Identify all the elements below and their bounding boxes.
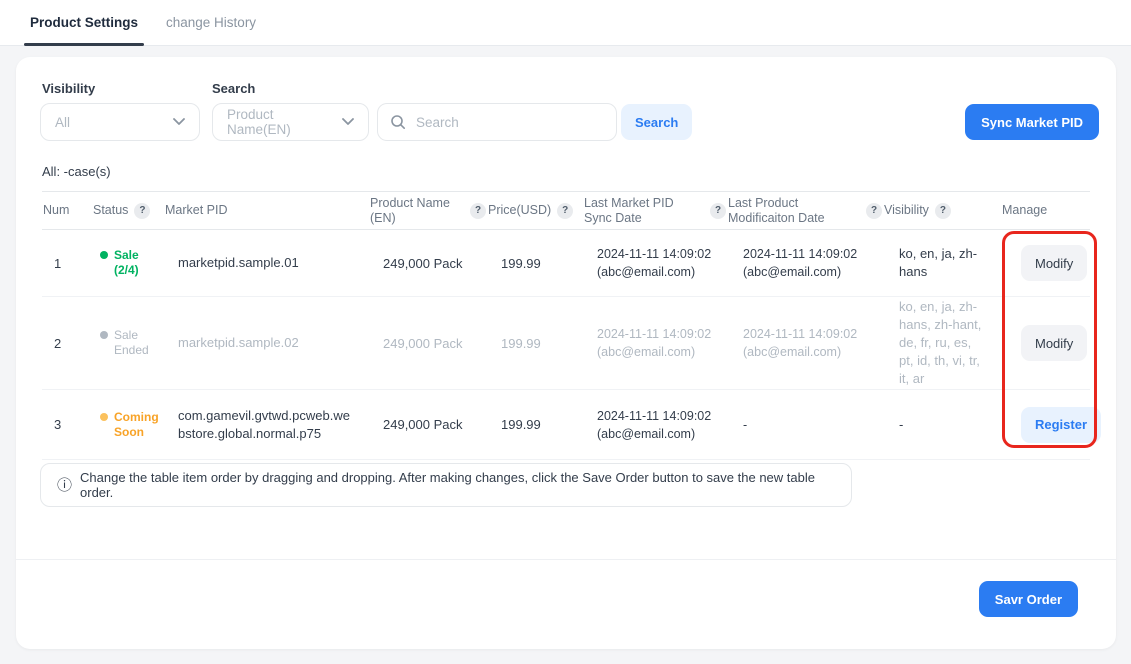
search-button[interactable]: Search	[621, 104, 692, 140]
footer-divider	[16, 559, 1116, 560]
status-cell: Sale (2/4)	[92, 230, 164, 297]
product-name-cell: 249,000 Pack	[369, 230, 487, 297]
row-number-cell: 3	[42, 390, 92, 460]
product-name-cell: 249,000 Pack	[369, 390, 487, 460]
sync-market-pid-button[interactable]: Sync Market PID	[965, 104, 1099, 140]
status-cell: Coming Soon	[92, 390, 164, 460]
column-header-status: Status?	[92, 192, 164, 230]
column-header-market-pid: Market PID	[164, 192, 369, 230]
status-cell: Sale Ended	[92, 297, 164, 390]
modify-button[interactable]: Modify	[1021, 245, 1087, 281]
info-icon: ⓘ	[57, 478, 72, 493]
visibility-select-value: All	[55, 115, 70, 130]
column-label: Product Name (EN)	[370, 196, 464, 226]
save-order-button[interactable]: Savr Order	[979, 581, 1078, 617]
last-sync-date-cell: 2024-11-11 14:09:02 (abc@email.com)	[583, 390, 727, 460]
market-pid-cell: marketpid.sample.01	[164, 230, 369, 297]
chevron-down-icon	[342, 118, 354, 126]
product-settings-panel: Visibility Search All Product Name(EN) S…	[16, 57, 1116, 649]
table-row[interactable]: 2 Sale Endedmarketpid.sample.02249,000 Pa…	[42, 297, 1090, 390]
status-label: Sale Ended	[114, 328, 160, 358]
help-icon[interactable]: ?	[710, 203, 726, 219]
last-modified-date-cell: -	[727, 390, 883, 460]
status-label: Coming Soon	[114, 410, 160, 440]
tab-change-history[interactable]: change History	[164, 0, 258, 45]
visibility-select[interactable]: All	[40, 103, 200, 141]
search-box	[377, 103, 617, 141]
column-header-price-usd-: Price(USD)?	[487, 192, 583, 230]
last-sync-date-cell: 2024-11-11 14:09:02 (abc@email.com)	[583, 297, 727, 390]
market-pid-cell: marketpid.sample.02	[164, 297, 369, 390]
table-head-row: NumStatus?Market PIDProduct Name (EN)?Pr…	[42, 192, 1090, 230]
help-icon[interactable]: ?	[935, 203, 951, 219]
help-icon[interactable]: ?	[134, 203, 150, 219]
price-cell: 199.99	[487, 390, 583, 460]
search-icon	[390, 114, 406, 130]
result-count-text: All: -case(s)	[42, 164, 111, 179]
column-header-product-name-en-: Product Name (EN)?	[369, 192, 487, 230]
price-cell: 199.99	[487, 230, 583, 297]
column-header-last-product-modificaiton-date: Last Product Modificaiton Date?	[727, 192, 883, 230]
column-label: Last Product Modificaiton Date	[728, 196, 860, 226]
status-dot-icon	[100, 331, 108, 339]
row-number-cell: 2	[42, 297, 92, 390]
help-icon[interactable]: ?	[866, 203, 882, 219]
drag-drop-notice: ⓘ Change the table item order by draggin…	[40, 463, 852, 507]
help-icon[interactable]: ?	[470, 203, 486, 219]
column-label: Price(USD)	[488, 203, 551, 218]
column-label: Manage	[1002, 203, 1047, 218]
tab-bar: Product Settings change History	[0, 0, 1131, 46]
column-label: Status	[93, 203, 128, 218]
table-row[interactable]: 3 Coming Sooncom.gamevil.gvtwd.pcweb.webs…	[42, 390, 1090, 460]
search-filter-label: Search	[212, 81, 255, 96]
visibility-cell: ko, en, ja, zh-hans	[883, 230, 1001, 297]
price-cell: 199.99	[487, 297, 583, 390]
visibility-cell: -	[883, 390, 1001, 460]
search-type-select-value: Product Name(EN)	[227, 107, 334, 137]
modify-button[interactable]: Modify	[1021, 325, 1087, 361]
drag-drop-notice-text: Change the table item order by dragging …	[80, 470, 835, 500]
column-header-last-market-pid-sync-date: Last Market PID Sync Date?	[583, 192, 727, 230]
last-modified-date-cell: 2024-11-11 14:09:02 (abc@email.com)	[727, 297, 883, 390]
row-number-cell: 1	[42, 230, 92, 297]
status-dot-icon	[100, 413, 108, 421]
product-table: NumStatus?Market PIDProduct Name (EN)?Pr…	[42, 191, 1090, 460]
status-dot-icon	[100, 251, 108, 259]
product-name-cell: 249,000 Pack	[369, 297, 487, 390]
column-header-manage: Manage	[1001, 192, 1090, 230]
register-button[interactable]: Register	[1021, 407, 1101, 443]
manage-cell: Register	[1001, 390, 1090, 460]
search-input[interactable]	[414, 114, 604, 131]
visibility-filter-label: Visibility	[42, 81, 95, 96]
chevron-down-icon	[173, 118, 185, 126]
search-type-select[interactable]: Product Name(EN)	[212, 103, 369, 141]
column-label: Num	[43, 203, 69, 218]
market-pid-cell: com.gamevil.gvtwd.pcweb.webstore.global.…	[164, 390, 369, 460]
status-label: Sale (2/4)	[114, 248, 139, 278]
column-label: Visibility	[884, 203, 929, 218]
column-label: Market PID	[165, 203, 228, 218]
manage-cell: Modify	[1001, 230, 1090, 297]
column-label: Last Market PID Sync Date	[584, 196, 704, 226]
tab-product-settings[interactable]: Product Settings	[28, 0, 140, 45]
help-icon[interactable]: ?	[557, 203, 573, 219]
column-header-visibility: Visibility?	[883, 192, 1001, 230]
last-sync-date-cell: 2024-11-11 14:09:02 (abc@email.com)	[583, 230, 727, 297]
last-modified-date-cell: 2024-11-11 14:09:02 (abc@email.com)	[727, 230, 883, 297]
product-table-wrap: NumStatus?Market PIDProduct Name (EN)?Pr…	[42, 191, 1090, 460]
manage-cell: Modify	[1001, 297, 1090, 390]
column-header-num: Num	[42, 192, 92, 230]
table-row[interactable]: 1 Sale (2/4) marketpid.sample.01249,000 Pa…	[42, 230, 1090, 297]
visibility-cell: ko, en, ja, zh-hans, zh-hant, de, fr, ru…	[883, 297, 1001, 390]
